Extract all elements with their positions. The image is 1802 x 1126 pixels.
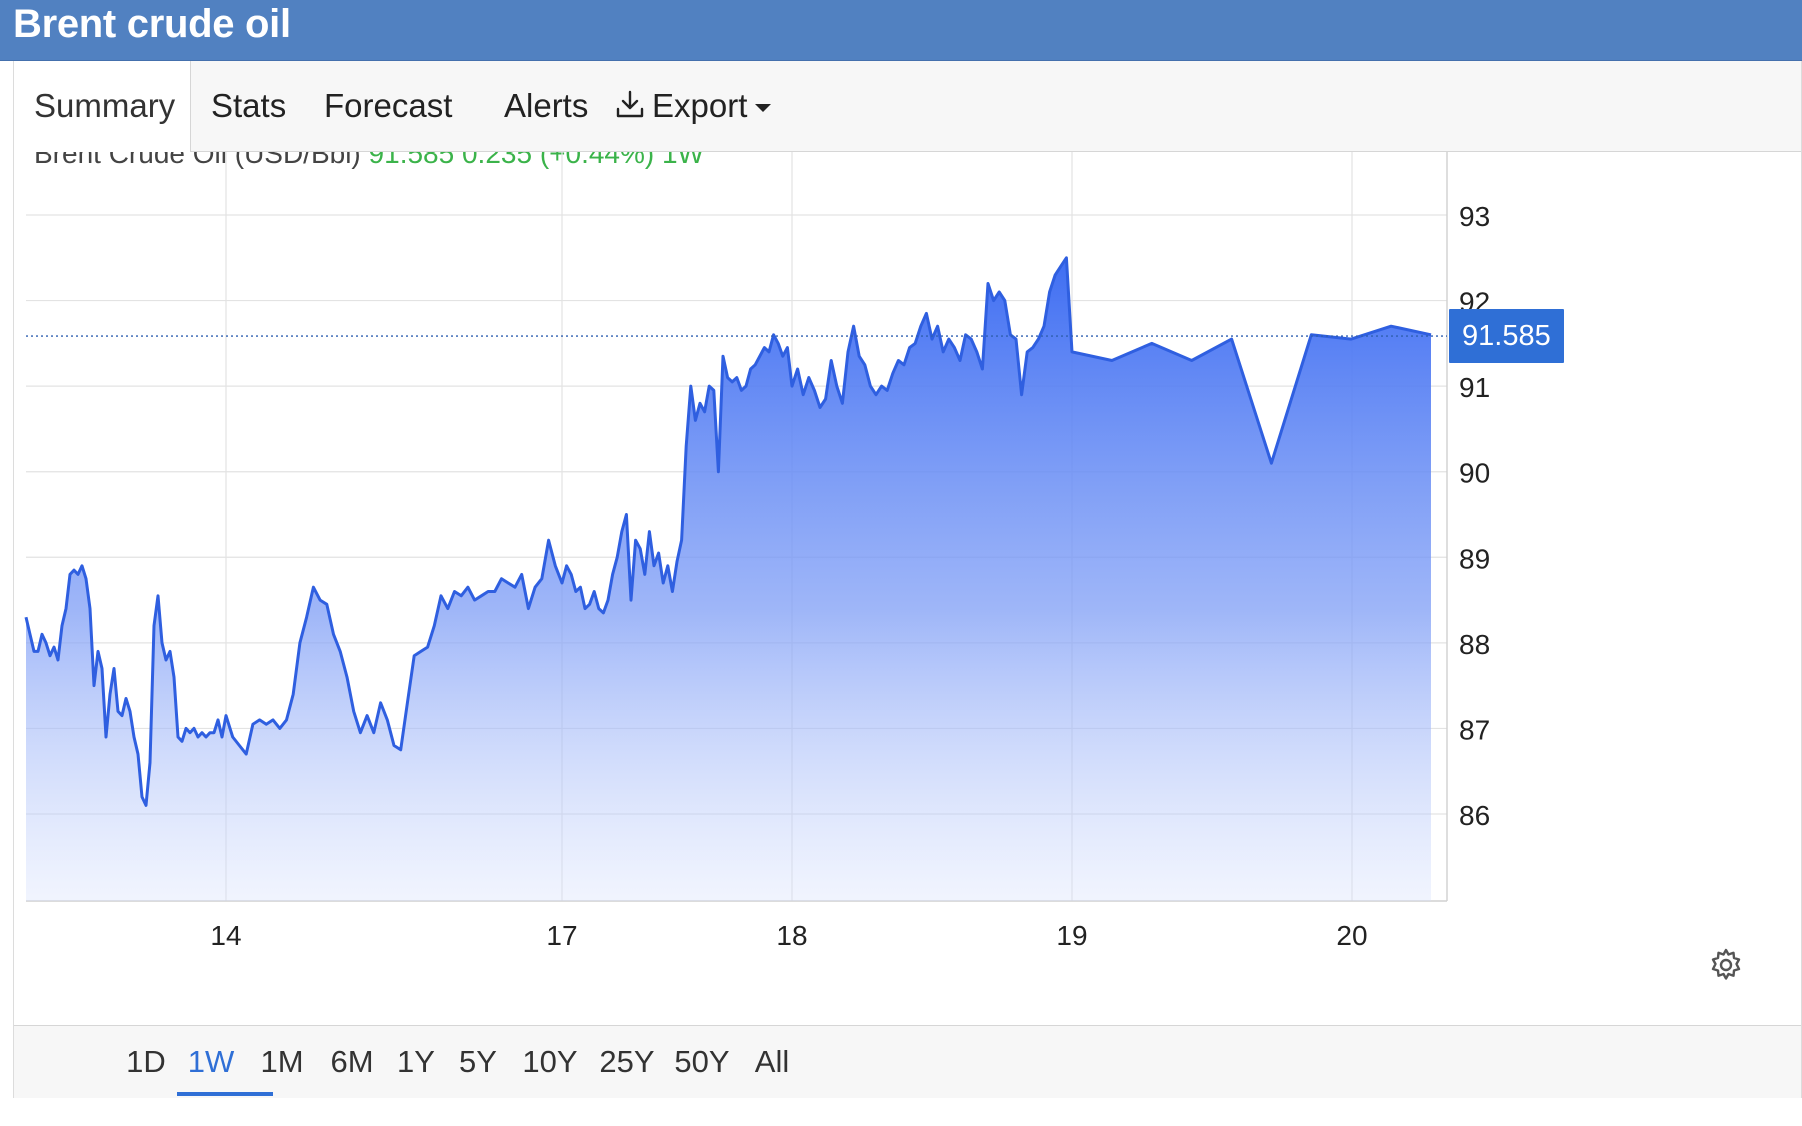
tab-label: Stats xyxy=(211,87,287,124)
export-button[interactable]: Export xyxy=(594,61,791,151)
series-area xyxy=(26,257,1431,901)
range-button-all[interactable]: All xyxy=(752,1026,792,1096)
page-title: Brent crude oil xyxy=(13,2,291,46)
y-tick-label: 86 xyxy=(1459,800,1490,831)
header-bar: Brent crude oil xyxy=(0,0,1802,61)
gear-icon[interactable] xyxy=(1708,947,1744,988)
tab-bar: Summary Stats Forecast Alerts Export xyxy=(14,61,1801,152)
x-tick-label: 19 xyxy=(1056,920,1087,951)
tab-label: Export xyxy=(652,87,748,124)
range-button-1y[interactable]: 1Y xyxy=(396,1026,436,1096)
y-tick-label: 91 xyxy=(1459,372,1490,403)
tab-label: Alerts xyxy=(504,87,589,124)
range-button-1d[interactable]: 1D xyxy=(126,1026,166,1096)
y-tick-label: 88 xyxy=(1459,629,1490,660)
range-button-10y[interactable]: 10Y xyxy=(522,1026,578,1096)
last-price-label: 91.585 xyxy=(1449,309,1564,364)
range-button-1m[interactable]: 1M xyxy=(258,1026,306,1096)
x-tick-label: 17 xyxy=(546,920,577,951)
tab-label: Summary xyxy=(34,87,176,124)
range-button-1w[interactable]: 1W xyxy=(176,1026,246,1096)
chevron-down-icon xyxy=(755,104,772,113)
price-chart[interactable]: 8687888990919293 14 17 18 19 20 xyxy=(14,152,1789,1012)
range-button-5y[interactable]: 5Y xyxy=(458,1026,498,1096)
range-button-50y[interactable]: 50Y xyxy=(674,1026,730,1096)
chart-area[interactable]: Brent Crude Oil (USD/Bbl) 91.585 0.235 (… xyxy=(14,152,1801,1012)
tab-label: Forecast xyxy=(324,87,453,124)
tab-stats[interactable]: Stats xyxy=(191,61,306,151)
tab-forecast[interactable]: Forecast xyxy=(304,61,472,151)
x-tick-label: 14 xyxy=(210,920,241,951)
y-tick-label: 93 xyxy=(1459,201,1490,232)
range-selector: 1D 1W 1M 6M 1Y 5Y 10Y 25Y 50Y All xyxy=(14,1025,1801,1098)
tab-summary[interactable]: Summary xyxy=(14,61,191,152)
tab-alerts[interactable]: Alerts xyxy=(484,61,608,151)
range-button-25y[interactable]: 25Y xyxy=(599,1026,655,1096)
x-tick-label: 18 xyxy=(776,920,807,951)
y-tick-label: 89 xyxy=(1459,543,1490,574)
y-tick-label: 87 xyxy=(1459,714,1490,745)
range-button-6m[interactable]: 6M xyxy=(327,1026,377,1096)
x-tick-label: 20 xyxy=(1336,920,1367,951)
download-icon xyxy=(614,63,646,153)
chart-panel: Summary Stats Forecast Alerts Export Bre… xyxy=(13,61,1802,1098)
y-tick-label: 90 xyxy=(1459,458,1490,489)
